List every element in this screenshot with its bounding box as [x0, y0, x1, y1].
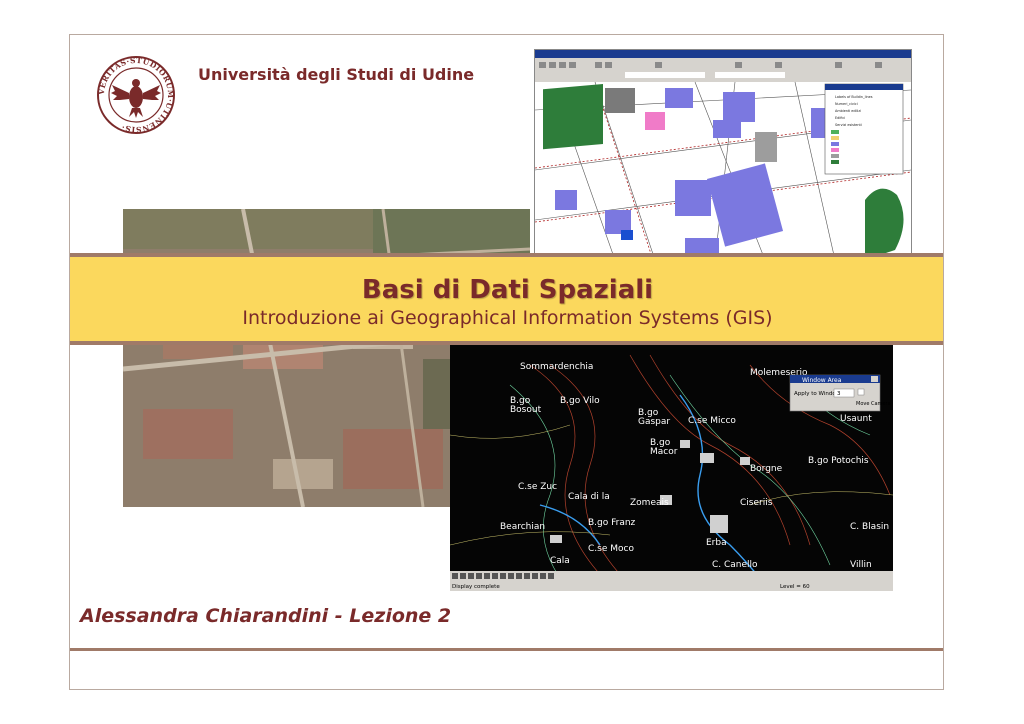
svg-text:C.se Zuc: C.se Zuc [518, 482, 557, 492]
svg-text:Sommardenchia: Sommardenchia [520, 362, 593, 372]
svg-text:Ambienti edilizi: Ambienti edilizi [835, 109, 861, 113]
svg-text:B.go Potochis: B.go Potochis [808, 456, 869, 466]
svg-text:Window Area: Window Area [802, 377, 842, 384]
svg-text:B.go Franz: B.go Franz [588, 518, 636, 528]
svg-text:Display complete: Display complete [452, 584, 500, 590]
svg-text:Servizi esistenti: Servizi esistenti [835, 123, 862, 127]
svg-text:Labels of Buildin_lines: Labels of Buildin_lines [835, 95, 873, 99]
svg-text:C. Blasin: C. Blasin [850, 522, 889, 532]
slide: VERITAS·STUDIORUM·UTINENSIS· Università … [69, 34, 944, 690]
author-lecture: Alessandra Chiarandini - Lezione 2 [80, 605, 452, 627]
svg-text:Cala di la: Cala di la [568, 492, 610, 502]
svg-text:Edifici: Edifici [835, 116, 845, 120]
svg-text:B.go Vilo: B.go Vilo [560, 396, 600, 406]
svg-text:Zomeais: Zomeais [630, 498, 669, 508]
topographic-map-screenshot: Sommardenchia Molemeserio B.goBosout B.g… [450, 345, 893, 591]
svg-text:C. Canello: C. Canello [712, 560, 758, 570]
svg-text:Numeri_civici: Numeri_civici [835, 102, 858, 106]
svg-text:Usaunt: Usaunt [840, 414, 872, 424]
svg-text:Macor: Macor [650, 447, 678, 457]
svg-text:Move Camera: Move Camera [856, 401, 891, 407]
university-name: Università degli Studi di Udine [198, 65, 475, 84]
svg-text:C.se Moco: C.se Moco [588, 544, 634, 554]
title-band: Basi di Dati Spaziali Introduzione ai Ge… [70, 253, 943, 345]
svg-text:Gaspar: Gaspar [638, 417, 670, 427]
svg-text:Borgne: Borgne [750, 464, 783, 474]
svg-text:Cala: Cala [550, 556, 570, 566]
svg-text:3: 3 [837, 391, 841, 397]
svg-text:Erba: Erba [706, 538, 727, 548]
slide-subtitle: Introduzione ai Geographical Information… [242, 307, 773, 329]
svg-text:C.se Micco: C.se Micco [688, 416, 736, 426]
svg-text:Bearchian: Bearchian [500, 522, 545, 532]
svg-text:Villin: Villin [850, 560, 872, 570]
svg-text:Bosout: Bosout [510, 405, 542, 415]
footer-divider [70, 648, 943, 651]
slide-title: Basi di Dati Spaziali [361, 275, 654, 305]
gis-vector-map-screenshot: Labels of Buildin_lines Numeri_civici Am… [534, 49, 912, 261]
university-seal-logo: VERITAS·STUDIORUM·UTINENSIS· [97, 56, 175, 134]
svg-text:Level = 60: Level = 60 [780, 584, 810, 590]
svg-text:Ciseriis: Ciseriis [740, 498, 773, 508]
